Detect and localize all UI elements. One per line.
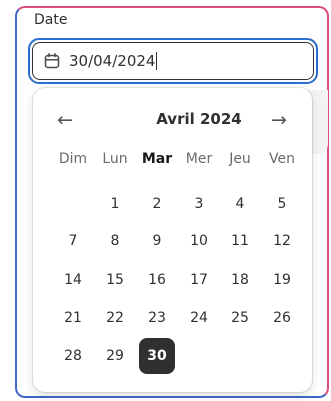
calendar-day[interactable]: 16 (139, 262, 175, 298)
calendar-day[interactable]: 29 (97, 338, 133, 374)
calendar-day[interactable]: 7 (55, 223, 91, 259)
date-field-label: Date (34, 12, 68, 28)
calendar-day-selected[interactable]: 30 (139, 338, 175, 374)
calendar-day[interactable]: 3 (181, 186, 217, 222)
weekday-label: Lun (102, 151, 128, 167)
calendar-day[interactable]: 12 (264, 223, 300, 259)
calendar-day[interactable]: 18 (222, 262, 258, 298)
calendar-day[interactable]: 17 (181, 262, 217, 298)
arrow-left-icon: ← (57, 109, 73, 131)
calendar-day[interactable]: 28 (55, 338, 91, 374)
weekday-label: Jeu (229, 151, 251, 167)
calendar-day[interactable]: 9 (139, 223, 175, 259)
calendar-icon (43, 52, 61, 70)
arrow-right-icon: → (271, 109, 287, 131)
calendar-day[interactable]: 21 (55, 300, 91, 336)
calendar-day[interactable]: 5 (264, 186, 300, 222)
calendar-day[interactable]: 2 (139, 186, 175, 222)
text-caret (156, 52, 158, 70)
weekday-label: Mar (141, 151, 173, 167)
prev-month-button[interactable]: ← (51, 104, 79, 136)
weekday-label: Ven (269, 151, 295, 167)
date-input-value: 30/04/2024 (69, 52, 158, 70)
calendar-day[interactable]: 25 (222, 300, 258, 336)
calendar-day[interactable]: 23 (139, 300, 175, 336)
calendar-day[interactable]: 22 (97, 300, 133, 336)
calendar-day[interactable]: 14 (55, 262, 91, 298)
date-input[interactable]: 30/04/2024 (32, 42, 314, 80)
weekday-label: Mer (185, 151, 213, 167)
calendar-day[interactable]: 10 (181, 223, 217, 259)
calendar-day[interactable]: 8 (97, 223, 133, 259)
month-title: Avril 2024 (156, 110, 242, 128)
calendar-day[interactable]: 15 (97, 262, 133, 298)
calendar-day[interactable]: 19 (264, 262, 300, 298)
next-month-button[interactable]: → (265, 104, 293, 136)
weekday-label: Dim (58, 151, 88, 167)
calendar-day[interactable]: 24 (181, 300, 217, 336)
calendar-day[interactable]: 4 (222, 186, 258, 222)
calendar-day[interactable]: 1 (97, 186, 133, 222)
calendar-day[interactable]: 11 (222, 223, 258, 259)
calendar-day[interactable]: 26 (264, 300, 300, 336)
